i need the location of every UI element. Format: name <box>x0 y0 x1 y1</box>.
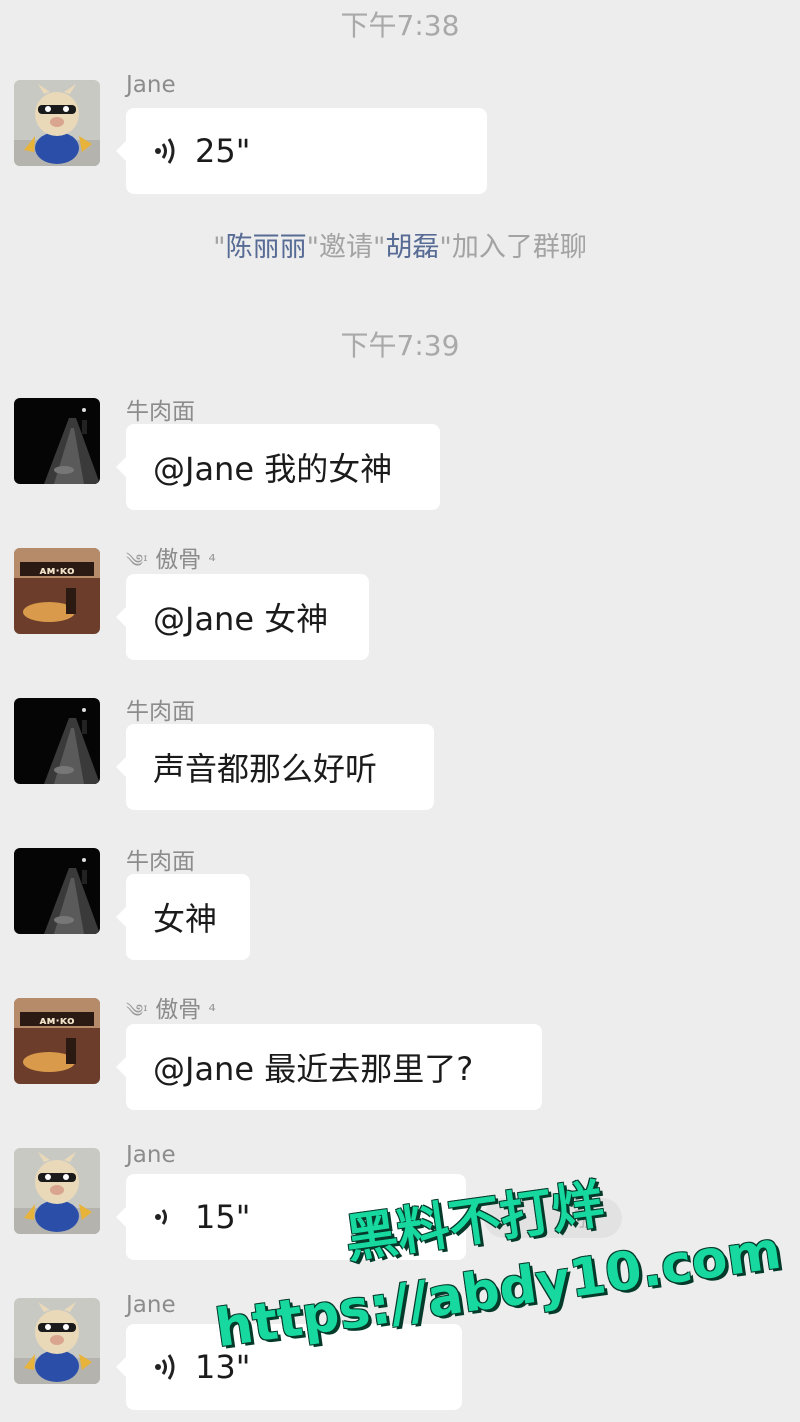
avatar[interactable] <box>14 1148 100 1234</box>
cartoon-pig-avatar-icon <box>14 1298 100 1384</box>
cartoon-pig-avatar-icon <box>14 80 100 166</box>
text-message-bubble[interactable]: @Jane 我的女神 <box>116 424 440 510</box>
name-decoration-suffix: ⁴ <box>208 551 216 572</box>
text-message-bubble[interactable]: @Jane 女神 <box>116 574 369 660</box>
voice-wave-icon <box>155 1209 167 1225</box>
avatar[interactable]: ᴀᴍ·ᴋᴏ <box>14 998 100 1084</box>
avatar[interactable] <box>14 698 100 784</box>
voice-duration: 25" <box>195 132 251 170</box>
notice-quote: " <box>213 232 226 263</box>
message-text: 声音都那么好听 <box>153 750 378 788</box>
timestamp: 下午7:39 <box>340 329 460 362</box>
notice-text-end: "加入了群聊 <box>439 232 587 263</box>
message-text: @Jane 我的女神 <box>153 450 393 488</box>
sender-name-text: 傲骨 <box>155 997 202 1023</box>
night-street-avatar-icon <box>14 398 100 484</box>
inviter-name-link[interactable]: 陈丽丽 <box>226 232 307 263</box>
sender-name: Jane <box>126 1292 176 1318</box>
sender-name: Jane <box>126 1142 176 1168</box>
message-text: @Jane 女神 <box>153 600 329 638</box>
avatar[interactable] <box>14 398 100 484</box>
poster-avatar-icon: ᴀᴍ·ᴋᴏ <box>14 548 100 634</box>
sender-name: 牛肉面 <box>126 699 195 725</box>
cartoon-pig-avatar-icon <box>14 1148 100 1234</box>
voice-duration: 15" <box>195 1198 251 1236</box>
name-decoration-suffix: ⁴ <box>208 1001 216 1022</box>
avatar[interactable] <box>14 848 100 934</box>
timestamp: 下午7:38 <box>340 9 460 42</box>
message-text: 女神 <box>153 900 218 938</box>
sender-name: 牛肉面 <box>126 849 195 875</box>
sender-name: Jane <box>126 72 176 98</box>
system-notice: "陈丽丽"邀请"胡磊"加入了群聊 <box>0 225 800 264</box>
avatar[interactable]: ᴀᴍ·ᴋᴏ <box>14 548 100 634</box>
sender-name: 牛肉面 <box>126 399 195 425</box>
notice-text: "邀请" <box>306 232 386 263</box>
svg-text:ᴀᴍ·ᴋᴏ: ᴀᴍ·ᴋᴏ <box>39 564 75 577</box>
name-decoration-prefix: ༄ᶦ <box>126 1001 148 1022</box>
name-decoration-prefix: ༄ᶦ <box>126 551 148 572</box>
night-street-avatar-icon <box>14 698 100 784</box>
voice-message-bubble[interactable]: 25" <box>116 108 487 194</box>
message-text: @Jane 最近去那里了? <box>153 1050 474 1088</box>
svg-text:ᴀᴍ·ᴋᴏ: ᴀᴍ·ᴋᴏ <box>39 1014 75 1027</box>
invitee-name-link[interactable]: 胡磊 <box>385 232 439 263</box>
voice-wave-icon <box>155 1354 175 1380</box>
text-message-bubble[interactable]: @Jane 最近去那里了? <box>116 1024 542 1110</box>
avatar[interactable] <box>14 80 100 166</box>
night-street-avatar-icon <box>14 848 100 934</box>
sender-name-text: 傲骨 <box>155 547 202 573</box>
poster-avatar-icon: ᴀᴍ·ᴋᴏ <box>14 998 100 1084</box>
text-message-bubble[interactable]: 声音都那么好听 <box>116 724 434 810</box>
voice-wave-icon <box>155 138 175 164</box>
text-message-bubble[interactable]: 女神 <box>116 874 250 960</box>
avatar[interactable] <box>14 1298 100 1384</box>
